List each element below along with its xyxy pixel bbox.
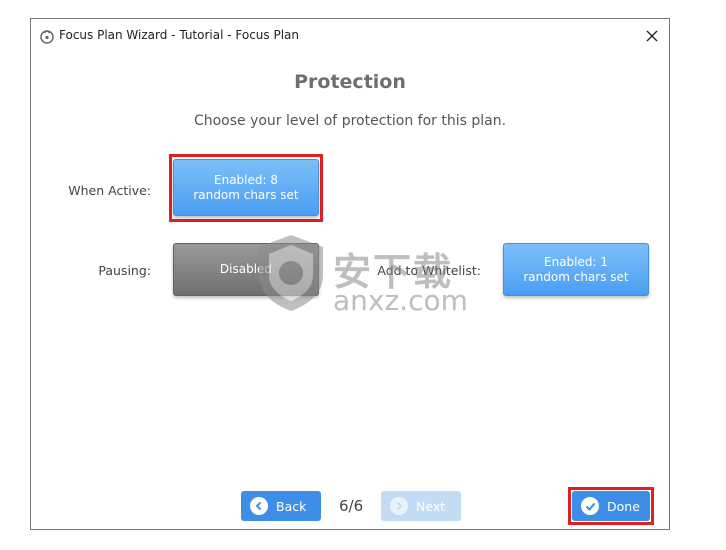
close-icon — [646, 27, 658, 46]
when-active-label: When Active: — [68, 183, 151, 198]
when-active-button-line2: random chars set — [193, 187, 299, 202]
whitelist-button-line1: Enabled: 1 — [544, 254, 608, 269]
done-button[interactable]: Done — [572, 491, 650, 521]
close-button[interactable] — [635, 19, 669, 53]
checkmark-icon — [581, 497, 599, 515]
page-indicator: 6/6 — [339, 497, 364, 515]
whitelist-label: Add to Whitelist: — [377, 263, 481, 278]
arrow-left-icon — [250, 497, 268, 515]
back-button-label: Back — [276, 498, 307, 514]
title-bar: Focus Plan Wizard - Tutorial - Focus Pla… — [31, 19, 669, 53]
page-title: Protection — [294, 71, 406, 93]
page-subtitle: Choose your level of protection for this… — [193, 113, 507, 129]
done-button-label: Done — [607, 498, 640, 514]
wizard-window: Focus Plan Wizard - Tutorial - Focus Pla… — [30, 18, 670, 530]
whitelist-button-line2: random chars set — [523, 269, 629, 284]
back-button[interactable]: Back — [241, 491, 321, 521]
watermark-domain: anxz.com — [333, 284, 468, 317]
next-button[interactable]: Next — [381, 491, 461, 521]
pausing-label: Pausing: — [98, 263, 151, 278]
whitelist-button[interactable]: Enabled: 1 random chars set — [503, 243, 649, 296]
arrow-right-icon — [390, 497, 408, 515]
app-lock-icon — [39, 28, 55, 44]
window-title: Focus Plan Wizard - Tutorial - Focus Pla… — [59, 28, 300, 42]
pausing-button-text: Disabled — [219, 262, 273, 276]
when-active-button[interactable]: Enabled: 8 random chars set — [173, 159, 319, 216]
when-active-button-line1: Enabled: 8 — [214, 172, 278, 187]
next-button-label: Next — [416, 498, 446, 514]
pausing-button[interactable]: Disabled — [173, 243, 319, 296]
